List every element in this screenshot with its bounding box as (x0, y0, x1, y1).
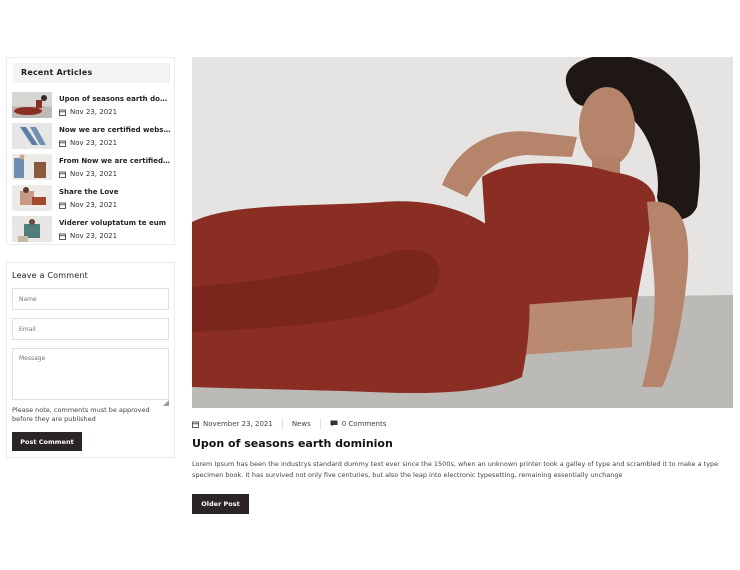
article-date-text: Nov 23, 2021 (70, 108, 118, 116)
recent-articles-title: Recent Articles (13, 63, 170, 83)
article-thumbnail[interactable] (12, 92, 52, 118)
article-date-text: Nov 23, 2021 (70, 232, 118, 240)
article-title[interactable]: Now we are certified websites (59, 126, 172, 134)
recent-article-item[interactable]: From Now we are certified web Nov 23, 20… (12, 154, 172, 180)
article-title[interactable]: Share the Love (59, 188, 172, 196)
article-date-text: Nov 23, 2021 (70, 201, 118, 209)
article-thumbnail[interactable] (12, 154, 52, 180)
recent-articles-widget: Recent Articles Upon of seasons earth do… (6, 57, 175, 245)
article-date: Nov 23, 2021 (59, 139, 117, 147)
calendar-icon (59, 109, 66, 116)
article-date-text: Nov 23, 2021 (70, 170, 118, 178)
calendar-icon (59, 140, 66, 147)
resize-handle-icon[interactable] (163, 391, 169, 406)
comment-form: Leave a Comment Please note, comments mu… (6, 262, 175, 458)
article-thumbnail[interactable] (12, 185, 52, 211)
post-title[interactable]: Upon of seasons earth dominion (192, 437, 393, 450)
comment-icon (330, 420, 338, 429)
article-title[interactable]: Upon of seasons earth domini... (59, 95, 172, 103)
post-date: November 23, 2021 (203, 420, 273, 428)
meta-divider (319, 419, 321, 429)
article-date: Nov 23, 2021 (59, 201, 117, 209)
article-date: Nov 23, 2021 (59, 170, 117, 178)
calendar-icon (59, 202, 66, 209)
post-category-link[interactable]: News (292, 420, 311, 428)
recent-article-item[interactable]: Share the Love Nov 23, 2021 (12, 185, 172, 211)
message-field[interactable] (12, 348, 169, 400)
article-title[interactable]: From Now we are certified web (59, 157, 172, 165)
recent-article-item[interactable]: Now we are certified websites Nov 23, 20… (12, 123, 172, 149)
post-featured-image (192, 57, 733, 408)
post-comment-button[interactable]: Post Comment (12, 432, 82, 451)
comment-form-title: Leave a Comment (12, 271, 88, 280)
article-thumbnail[interactable] (12, 123, 52, 149)
meta-divider (281, 419, 283, 429)
calendar-icon (192, 421, 199, 428)
post-excerpt: Lorem Ipsum has been the industrys stand… (192, 460, 719, 479)
article-date: Nov 23, 2021 (59, 108, 117, 116)
article-thumbnail[interactable] (12, 216, 52, 242)
article-date-text: Nov 23, 2021 (70, 139, 118, 147)
calendar-icon (59, 233, 66, 240)
recent-article-item[interactable]: Upon of seasons earth domini... Nov 23, … (12, 92, 172, 118)
email-field[interactable] (12, 318, 169, 340)
calendar-icon (59, 171, 66, 178)
name-field[interactable] (12, 288, 169, 310)
post-comments-count[interactable]: 0 Comments (342, 420, 387, 428)
older-post-button[interactable]: Older Post (192, 494, 249, 514)
recent-article-item[interactable]: Viderer voluptatum te eum Nov 23, 2021 (12, 216, 172, 242)
article-title[interactable]: Viderer voluptatum te eum (59, 219, 172, 227)
article-date: Nov 23, 2021 (59, 232, 117, 240)
moderation-note: Please note, comments must be approved b… (12, 406, 150, 423)
post-meta: November 23, 2021 News 0 Comments (192, 419, 386, 429)
